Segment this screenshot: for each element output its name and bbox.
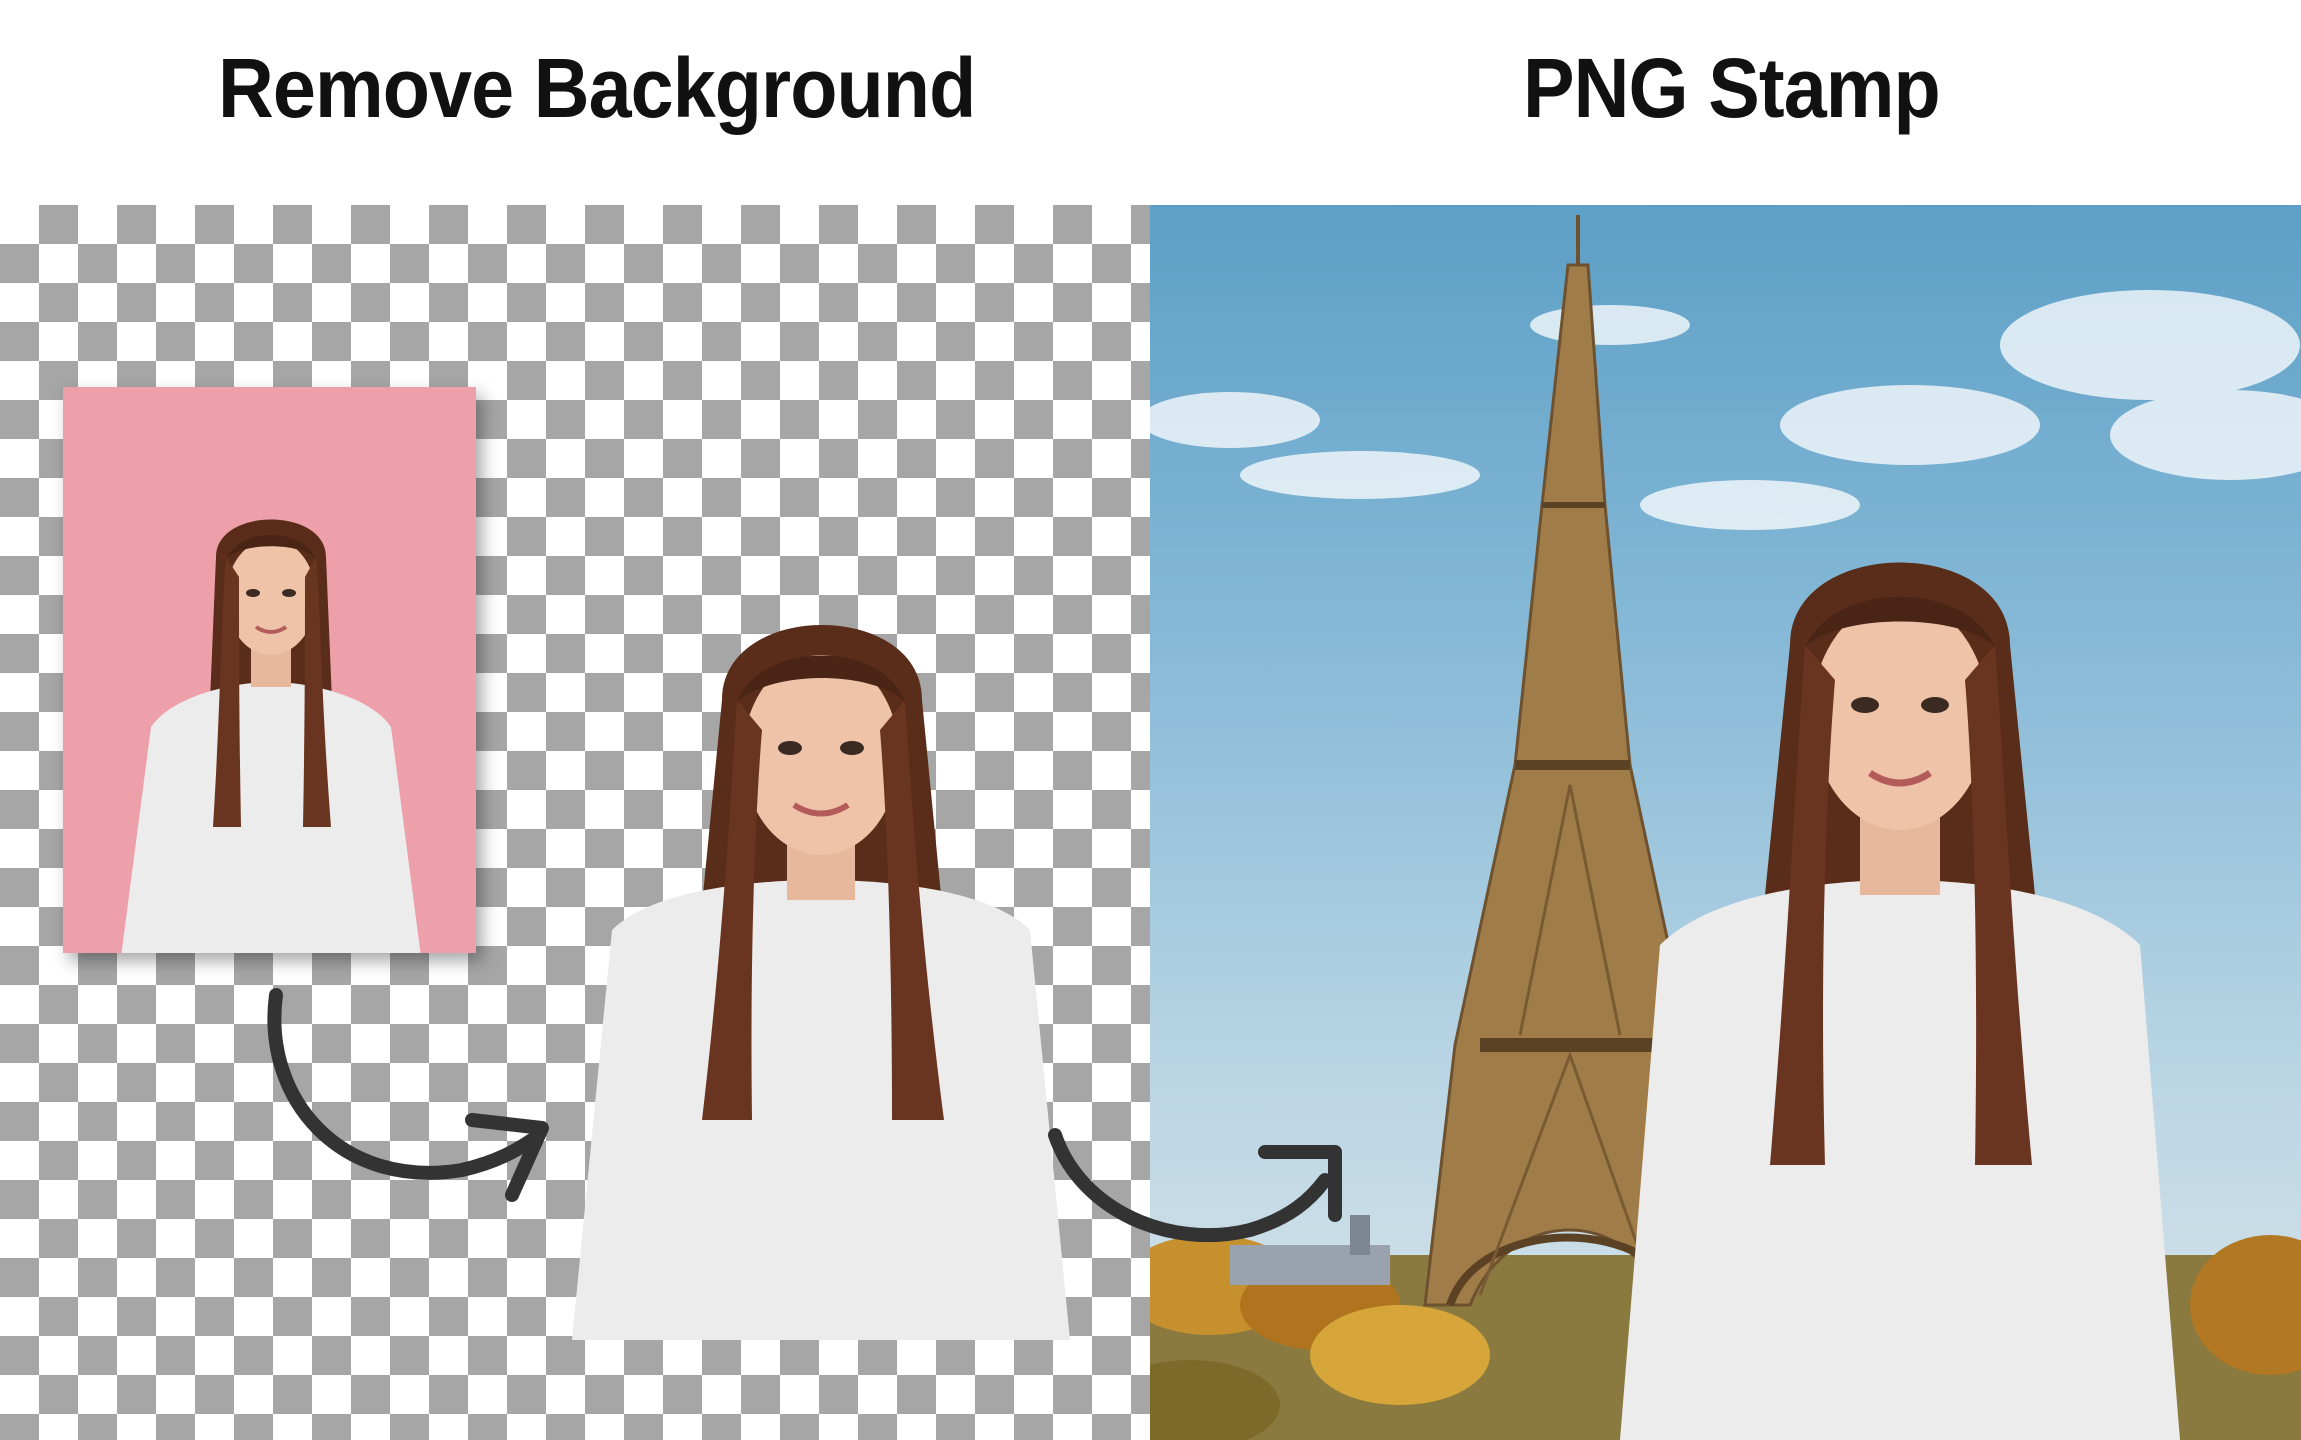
- png-stamp-title: PNG Stamp: [1523, 41, 1941, 135]
- woman-figure-small: [121, 497, 421, 953]
- woman-cutout: [572, 590, 1070, 1340]
- original-photo: [63, 387, 476, 953]
- remove-background-title: Remove Background: [218, 41, 976, 135]
- curved-arrow-icon: [262, 988, 562, 1220]
- woman-composite: [1620, 525, 2180, 1440]
- curved-arrow-icon: [1048, 1128, 1350, 1260]
